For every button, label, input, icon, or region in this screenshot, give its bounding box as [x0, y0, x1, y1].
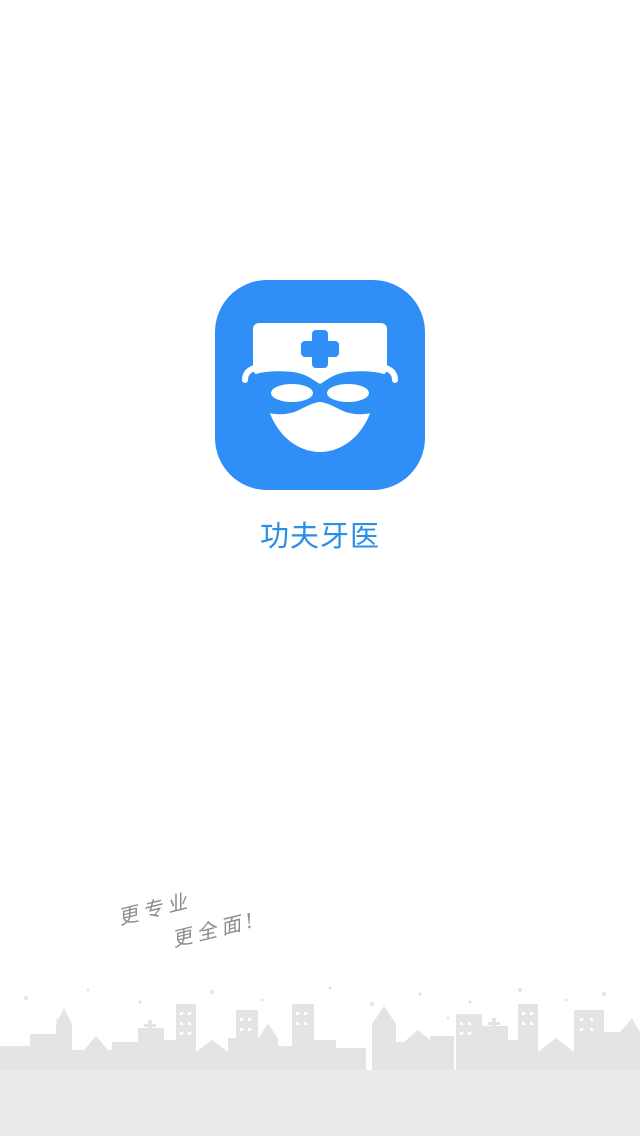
- app-name-title: 功夫牙医: [259, 519, 380, 553]
- app-logo-icon: [215, 280, 425, 490]
- slogan: 更专业 更全面!: [110, 880, 280, 960]
- city-skyline-illustration: [0, 986, 640, 1070]
- splash-screen: 功夫牙医 更专业 更全面!: [0, 0, 640, 1136]
